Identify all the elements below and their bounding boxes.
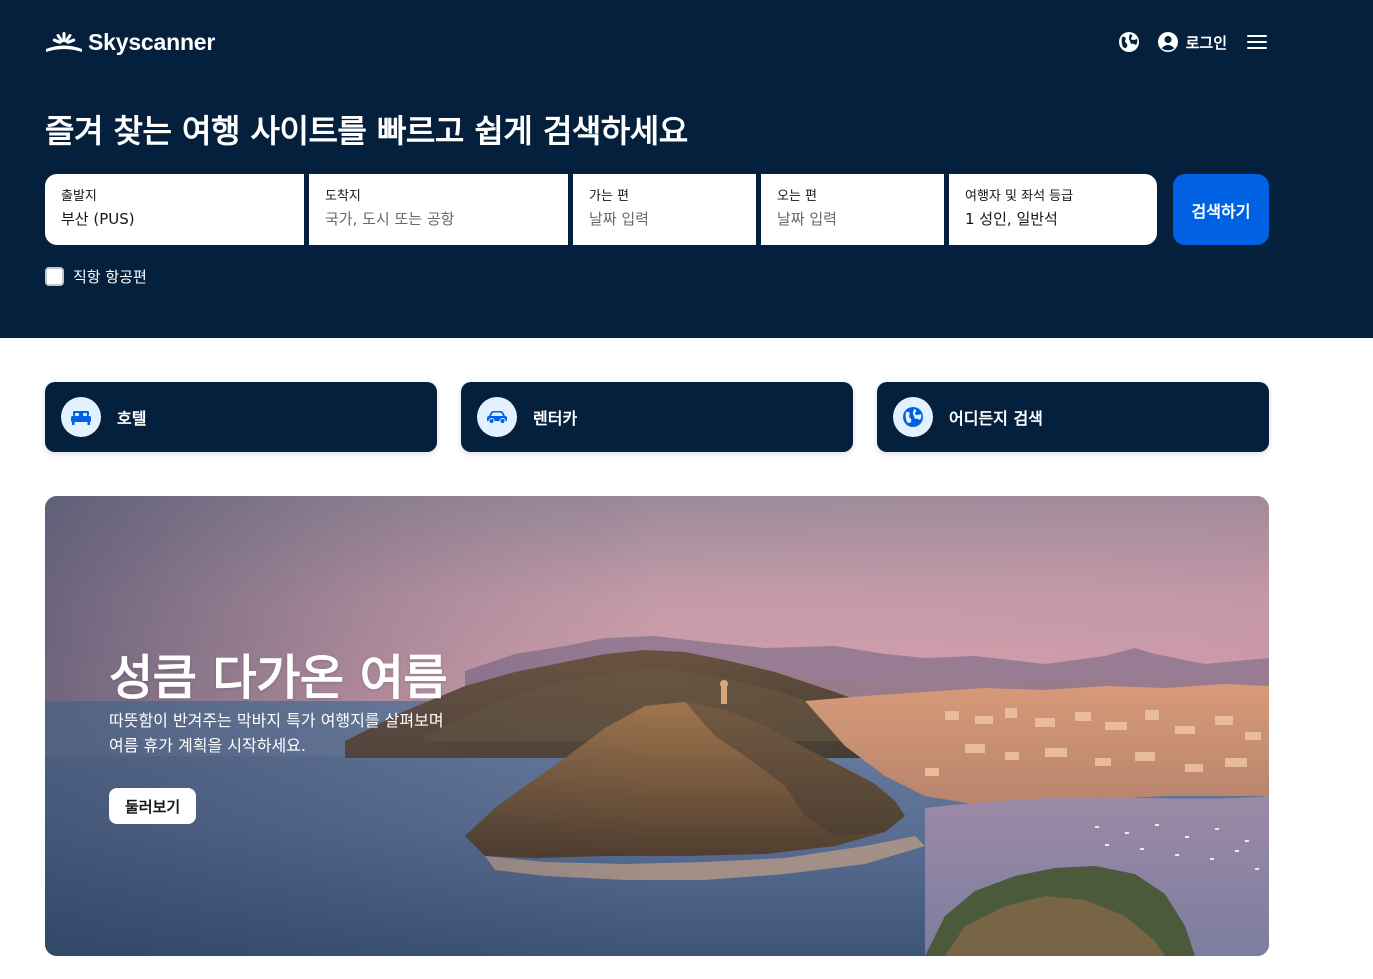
globe-icon — [1118, 32, 1139, 52]
destination-label: 도착지 — [325, 189, 361, 204]
top-nav: 로그인 — [1117, 29, 1269, 55]
direct-flights-checkbox[interactable] — [45, 267, 64, 286]
search-button[interactable]: 검색하기 — [1173, 174, 1269, 245]
destination-field[interactable]: 도착지 국가, 도시 또는 공항 — [309, 174, 568, 245]
menu-button[interactable] — [1245, 30, 1269, 54]
travellers-value[interactable]: 1 성인, 일반석 — [965, 209, 1141, 229]
sunrise-icon — [46, 32, 82, 52]
hotels-link[interactable]: 호텔 — [45, 382, 437, 452]
return-label: 오는 편 — [777, 189, 818, 204]
origin-field[interactable]: 출발지 부산 (PUS) — [45, 174, 304, 245]
brand-name: Skyscanner — [88, 28, 216, 55]
depart-date-field[interactable]: 가는 편 날짜 입력 — [573, 174, 756, 245]
hotels-icon-badge — [61, 397, 101, 437]
direct-flights-label: 직항 항공편 — [73, 268, 147, 286]
header: Skyscanner 로그인 즐겨 찾는 여행 사이트를 빠르고 쉽게 검색하세… — [0, 0, 1373, 338]
skyscanner-logo[interactable]: Skyscanner — [45, 27, 215, 57]
car-icon — [487, 411, 507, 424]
explore-icon-badge — [893, 397, 933, 437]
hero-title: 성큼 다가온 여름 — [109, 650, 448, 706]
hotels-label: 호텔 — [117, 409, 147, 428]
hero-subtitle: 따뜻함이 반겨주는 막바지 특가 여행지를 살펴보며 여름 휴가 계획을 시작하… — [109, 708, 529, 758]
travellers-label: 여행자 및 좌석 등급 — [965, 189, 1074, 204]
user-icon — [1157, 32, 1178, 52]
return-date-input[interactable]: 날짜 입력 — [777, 209, 928, 229]
explore-button[interactable]: 둘러보기 — [109, 788, 197, 824]
depart-date-input[interactable]: 날짜 입력 — [589, 209, 740, 229]
bed-icon — [71, 411, 91, 425]
hamburger-menu-icon — [1247, 35, 1267, 49]
origin-value[interactable]: 부산 (PUS) — [61, 209, 288, 229]
travellers-cabin-field[interactable]: 여행자 및 좌석 등급 1 성인, 일반석 — [949, 174, 1157, 245]
depart-label: 가는 편 — [589, 189, 630, 204]
car-hire-link[interactable]: 렌터카 — [461, 382, 853, 452]
globe-icon — [903, 407, 923, 427]
hero-subtitle-line: 따뜻함이 반겨주는 막바지 특가 여행지를 살펴보며 — [109, 711, 444, 730]
car-hire-icon-badge — [477, 397, 517, 437]
language-region-button[interactable] — [1117, 30, 1141, 54]
explore-label: 어디든지 검색 — [949, 409, 1043, 428]
destination-input[interactable]: 국가, 도시 또는 공항 — [325, 209, 552, 229]
return-date-field[interactable]: 오는 편 날짜 입력 — [761, 174, 944, 245]
direct-flights-option[interactable]: 직항 항공편 — [45, 266, 147, 287]
page-headline: 즐겨 찾는 여행 사이트를 빠르고 쉽게 검색하세요 — [45, 112, 688, 150]
login-button[interactable]: 로그인 — [1157, 31, 1227, 53]
explore-everywhere-link[interactable]: 어디든지 검색 — [877, 382, 1269, 452]
origin-label: 출발지 — [61, 189, 97, 204]
hero-subtitle-line: 여름 휴가 계획을 시작하세요. — [109, 736, 306, 755]
car-hire-label: 렌터카 — [533, 409, 578, 428]
hero-banner: 성큼 다가온 여름 따뜻함이 반겨주는 막바지 특가 여행지를 살펴보며 여름 … — [45, 496, 1269, 956]
login-label: 로그인 — [1185, 33, 1227, 52]
